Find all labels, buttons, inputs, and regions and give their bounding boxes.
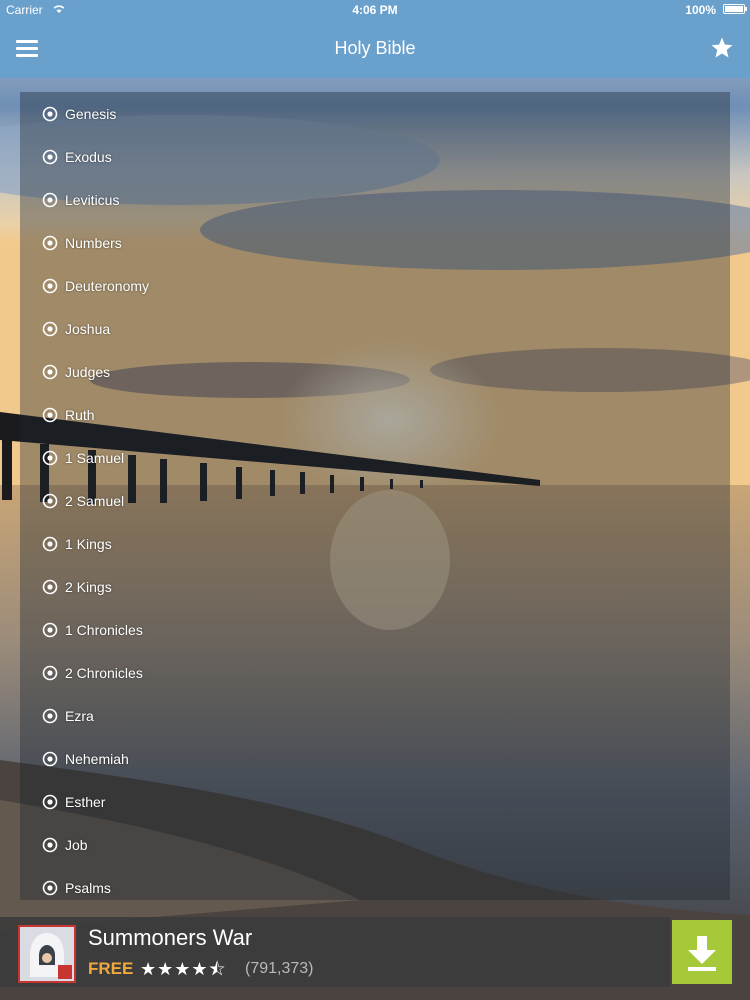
- radio-circle-icon: [42, 837, 58, 853]
- radio-circle-icon: [42, 364, 58, 380]
- book-name: Esther: [65, 794, 106, 810]
- radio-circle-icon: [42, 450, 58, 466]
- book-name: 1 Kings: [65, 536, 112, 552]
- download-icon: [688, 936, 716, 971]
- status-bar: Carrier 4:06 PM 100%: [0, 0, 750, 20]
- book-list-panel: Genesis Exodus Leviticus Numbers Deuteronomy…: [20, 92, 730, 900]
- nav-bar: Holy Bible: [0, 20, 750, 78]
- download-button[interactable]: [672, 920, 732, 984]
- book-name: Numbers: [65, 235, 122, 251]
- book-item[interactable]: 2 Kings: [20, 565, 730, 608]
- book-item[interactable]: Joshua: [20, 307, 730, 350]
- battery-icon: [723, 4, 747, 14]
- app-icon: [18, 925, 76, 983]
- book-name: 2 Chronicles: [65, 665, 143, 681]
- book-item[interactable]: Genesis: [20, 92, 730, 135]
- book-name: Nehemiah: [65, 751, 129, 767]
- review-count: (791,373): [245, 960, 314, 977]
- ad-app-name: Summoners War: [88, 925, 253, 950]
- radio-circle-icon: [42, 794, 58, 810]
- radio-circle-icon: [42, 708, 58, 724]
- book-item[interactable]: Psalms: [20, 866, 730, 900]
- radio-circle-icon: [42, 192, 58, 208]
- radio-circle-icon: [42, 149, 58, 165]
- book-item[interactable]: Job: [20, 823, 730, 866]
- book-item[interactable]: Esther: [20, 780, 730, 823]
- radio-circle-icon: [42, 106, 58, 122]
- book-name: Ezra: [65, 708, 94, 724]
- book-item[interactable]: Leviticus: [20, 178, 730, 221]
- book-list: Genesis Exodus Leviticus Numbers Deuteronomy…: [20, 92, 730, 900]
- book-name: Joshua: [65, 321, 111, 337]
- radio-circle-icon: [42, 622, 58, 638]
- book-name: Ruth: [65, 407, 95, 423]
- radio-circle-icon: [42, 407, 58, 423]
- book-name: Genesis: [65, 106, 117, 122]
- ad-banner: Summoners War FREE ★★★★⯪ (791,373): [0, 917, 750, 1000]
- book-item[interactable]: Deuteronomy: [20, 264, 730, 307]
- book-name: Deuteronomy: [65, 278, 150, 294]
- book-name: 2 Kings: [65, 579, 112, 595]
- book-name: Leviticus: [65, 192, 120, 208]
- book-item[interactable]: 1 Kings: [20, 522, 730, 565]
- page-title: Holy Bible: [334, 38, 416, 58]
- radio-circle-icon: [42, 880, 58, 896]
- book-item[interactable]: Judges: [20, 350, 730, 393]
- book-name: Exodus: [65, 149, 112, 165]
- book-name: 1 Chronicles: [65, 622, 143, 638]
- book-item[interactable]: 1 Chronicles: [20, 608, 730, 651]
- radio-circle-icon: [42, 665, 58, 681]
- book-item[interactable]: Numbers: [20, 221, 730, 264]
- book-name: 1 Samuel: [65, 450, 125, 466]
- book-item[interactable]: Ruth: [20, 393, 730, 436]
- book-name: Judges: [65, 364, 111, 380]
- radio-circle-icon: [42, 278, 58, 294]
- book-name: Job: [65, 837, 88, 853]
- ad-price: FREE: [88, 959, 134, 978]
- book-item[interactable]: 2 Samuel: [20, 479, 730, 522]
- battery-percent: 100%: [685, 3, 716, 17]
- app-screen: Carrier 4:06 PM 100% Holy Bible Genesis E…: [0, 0, 750, 1000]
- clock: 4:06 PM: [352, 3, 398, 17]
- book-item[interactable]: Exodus: [20, 135, 730, 178]
- ad-body[interactable]: Summoners War FREE ★★★★⯪ (791,373): [0, 917, 670, 987]
- radio-circle-icon: [42, 579, 58, 595]
- radio-circle-icon: [42, 321, 58, 337]
- star-icon[interactable]: [710, 36, 734, 60]
- radio-circle-icon: [42, 235, 58, 251]
- radio-circle-icon: [42, 493, 58, 509]
- radio-circle-icon: [42, 751, 58, 767]
- book-item[interactable]: 2 Chronicles: [20, 651, 730, 694]
- radio-circle-icon: [42, 536, 58, 552]
- book-item[interactable]: Nehemiah: [20, 737, 730, 780]
- book-name: Psalms: [65, 880, 111, 896]
- book-item[interactable]: 1 Samuel: [20, 436, 730, 479]
- book-item[interactable]: Ezra: [20, 694, 730, 737]
- rating-stars: ★★★★⯪: [140, 959, 227, 979]
- book-name: 2 Samuel: [65, 493, 125, 509]
